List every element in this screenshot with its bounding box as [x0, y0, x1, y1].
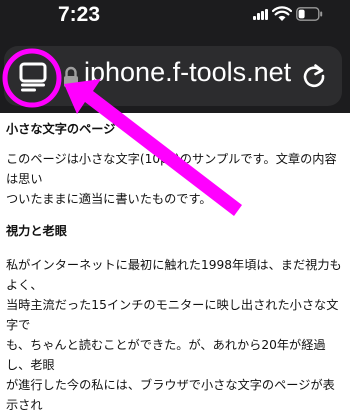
paragraph-line: ついたままに適当に書いたものです。: [6, 192, 212, 206]
paragraph-line: このページは小さな文字(10px)のサンプルです。文章の内容は思い: [6, 152, 337, 186]
paragraph-line: が進行した今の私には、ブラウザで小さな文字のページが表示され: [6, 378, 335, 412]
address-bar[interactable]: iphone.f-tools.net: [4, 46, 342, 106]
status-time: 7:23: [58, 3, 101, 26]
page-heading: 小さな文字のページ: [6, 122, 116, 136]
paragraph-line: も、ちゃんと読むことができた。が、あれから20年が経過し、老眼: [6, 338, 326, 372]
wifi-icon: [272, 6, 292, 21]
paragraph-line: 当時主流だった15インチのモニターに映し出された小さな文字で: [6, 298, 339, 332]
battery-icon: [296, 7, 323, 21]
browser-chrome: 7:23 iphone.f-tools.net: [0, 0, 350, 113]
tab-overview-icon[interactable]: [17, 61, 49, 93]
page-content: 小さな文字のページ このページは小さな文字(10px)のサンプルです。文章の内容…: [6, 121, 346, 415]
paragraph-line: 私がインターネットに最初に触れた1998年頃は、まだ視力もよく、: [6, 258, 342, 292]
url-text[interactable]: iphone.f-tools.net: [84, 57, 291, 88]
lock-icon: [64, 66, 78, 87]
section-heading: 視力と老眼: [6, 224, 67, 238]
reload-icon[interactable]: [300, 62, 328, 90]
